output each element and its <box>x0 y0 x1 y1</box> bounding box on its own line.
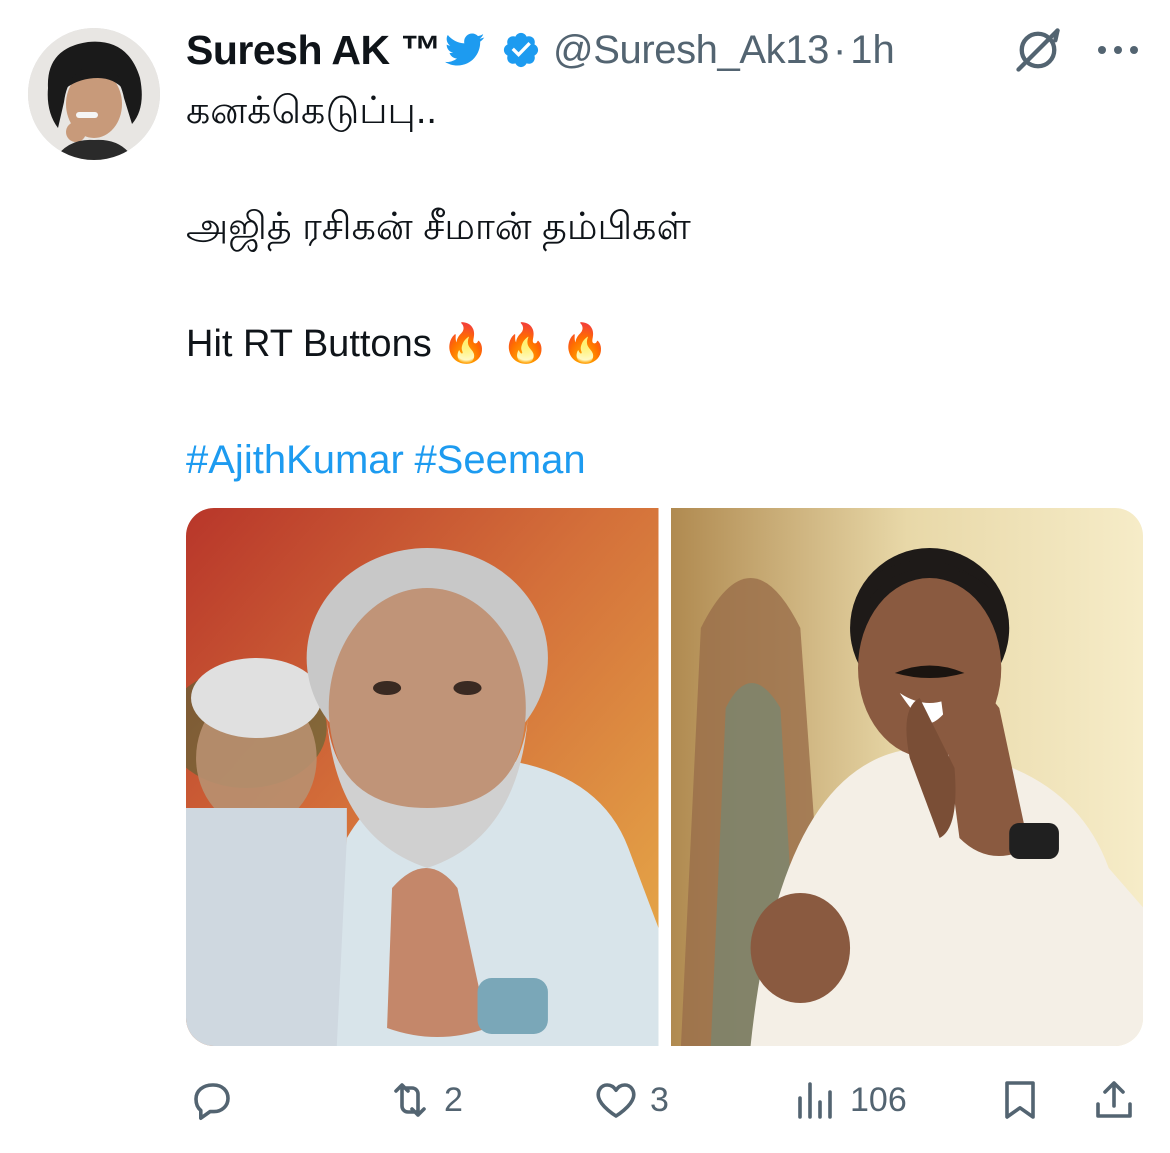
twitter-bird-icon <box>444 33 485 66</box>
like-count: 3 <box>650 1080 669 1119</box>
tweet-line-2: அஜித் ரசிகன் சீமான் தம்பிகள் <box>186 206 691 248</box>
fire-emoji: 🔥 🔥 🔥 <box>442 321 609 365</box>
tweet-line-3-text: Hit RT Buttons <box>186 323 432 365</box>
hashtag-seeman[interactable]: #Seeman <box>414 438 585 482</box>
timestamp[interactable]: 1h <box>850 28 895 73</box>
bookmark-button[interactable] <box>996 1070 1044 1130</box>
tweet-line-1: கனக்கெடுப்பு.. <box>186 90 437 132</box>
retweet-count: 2 <box>444 1080 463 1119</box>
reply-icon <box>194 1083 230 1120</box>
photo-1-image <box>186 508 659 1046</box>
handle[interactable]: @Suresh_Ak13 <box>553 28 829 73</box>
heart-icon <box>596 1083 636 1118</box>
separator-dot: · <box>832 27 847 72</box>
views-icon <box>798 1082 832 1119</box>
like-button[interactable]: 3 <box>592 1070 669 1130</box>
avatar[interactable] <box>28 28 160 160</box>
bookmark-icon <box>1005 1081 1035 1119</box>
display-name[interactable]: Suresh AK ™ <box>186 27 441 74</box>
reply-button[interactable] <box>188 1070 246 1130</box>
tweet-actions: 2 3 106 <box>0 1070 1170 1130</box>
share-button[interactable] <box>1090 1070 1138 1130</box>
grok-icon[interactable] <box>1012 24 1064 76</box>
views-button[interactable]: 106 <box>792 1070 907 1130</box>
tweet[interactable]: Suresh AK ™ @Suresh_Ak13 · 1h கனக்கெடுப்… <box>0 0 1170 1153</box>
photo-2-image <box>670 508 1143 1046</box>
tweet-header: Suresh AK ™ @Suresh_Ak13 · 1h <box>186 22 895 78</box>
retweet-icon <box>394 1083 426 1117</box>
hashtag-ajithkumar[interactable]: #AjithKumar <box>186 438 404 482</box>
media-photo-1[interactable] <box>186 508 659 1046</box>
tweet-line-3: Hit RT Buttons 🔥 🔥 🔥 <box>186 314 1136 373</box>
media-photo-2[interactable] <box>670 508 1143 1046</box>
tweet-text: கனக்கெடுப்பு.. அஜித் ரசிகன் சீமான் தம்பி… <box>186 82 1136 490</box>
verified-badge-icon <box>503 32 539 68</box>
more-options-icon[interactable] <box>1094 30 1142 70</box>
media-gallery[interactable] <box>186 508 1143 1046</box>
share-icon <box>1096 1081 1132 1118</box>
retweet-button[interactable]: 2 <box>386 1070 463 1130</box>
views-count: 106 <box>850 1080 907 1119</box>
avatar-image <box>28 28 160 160</box>
